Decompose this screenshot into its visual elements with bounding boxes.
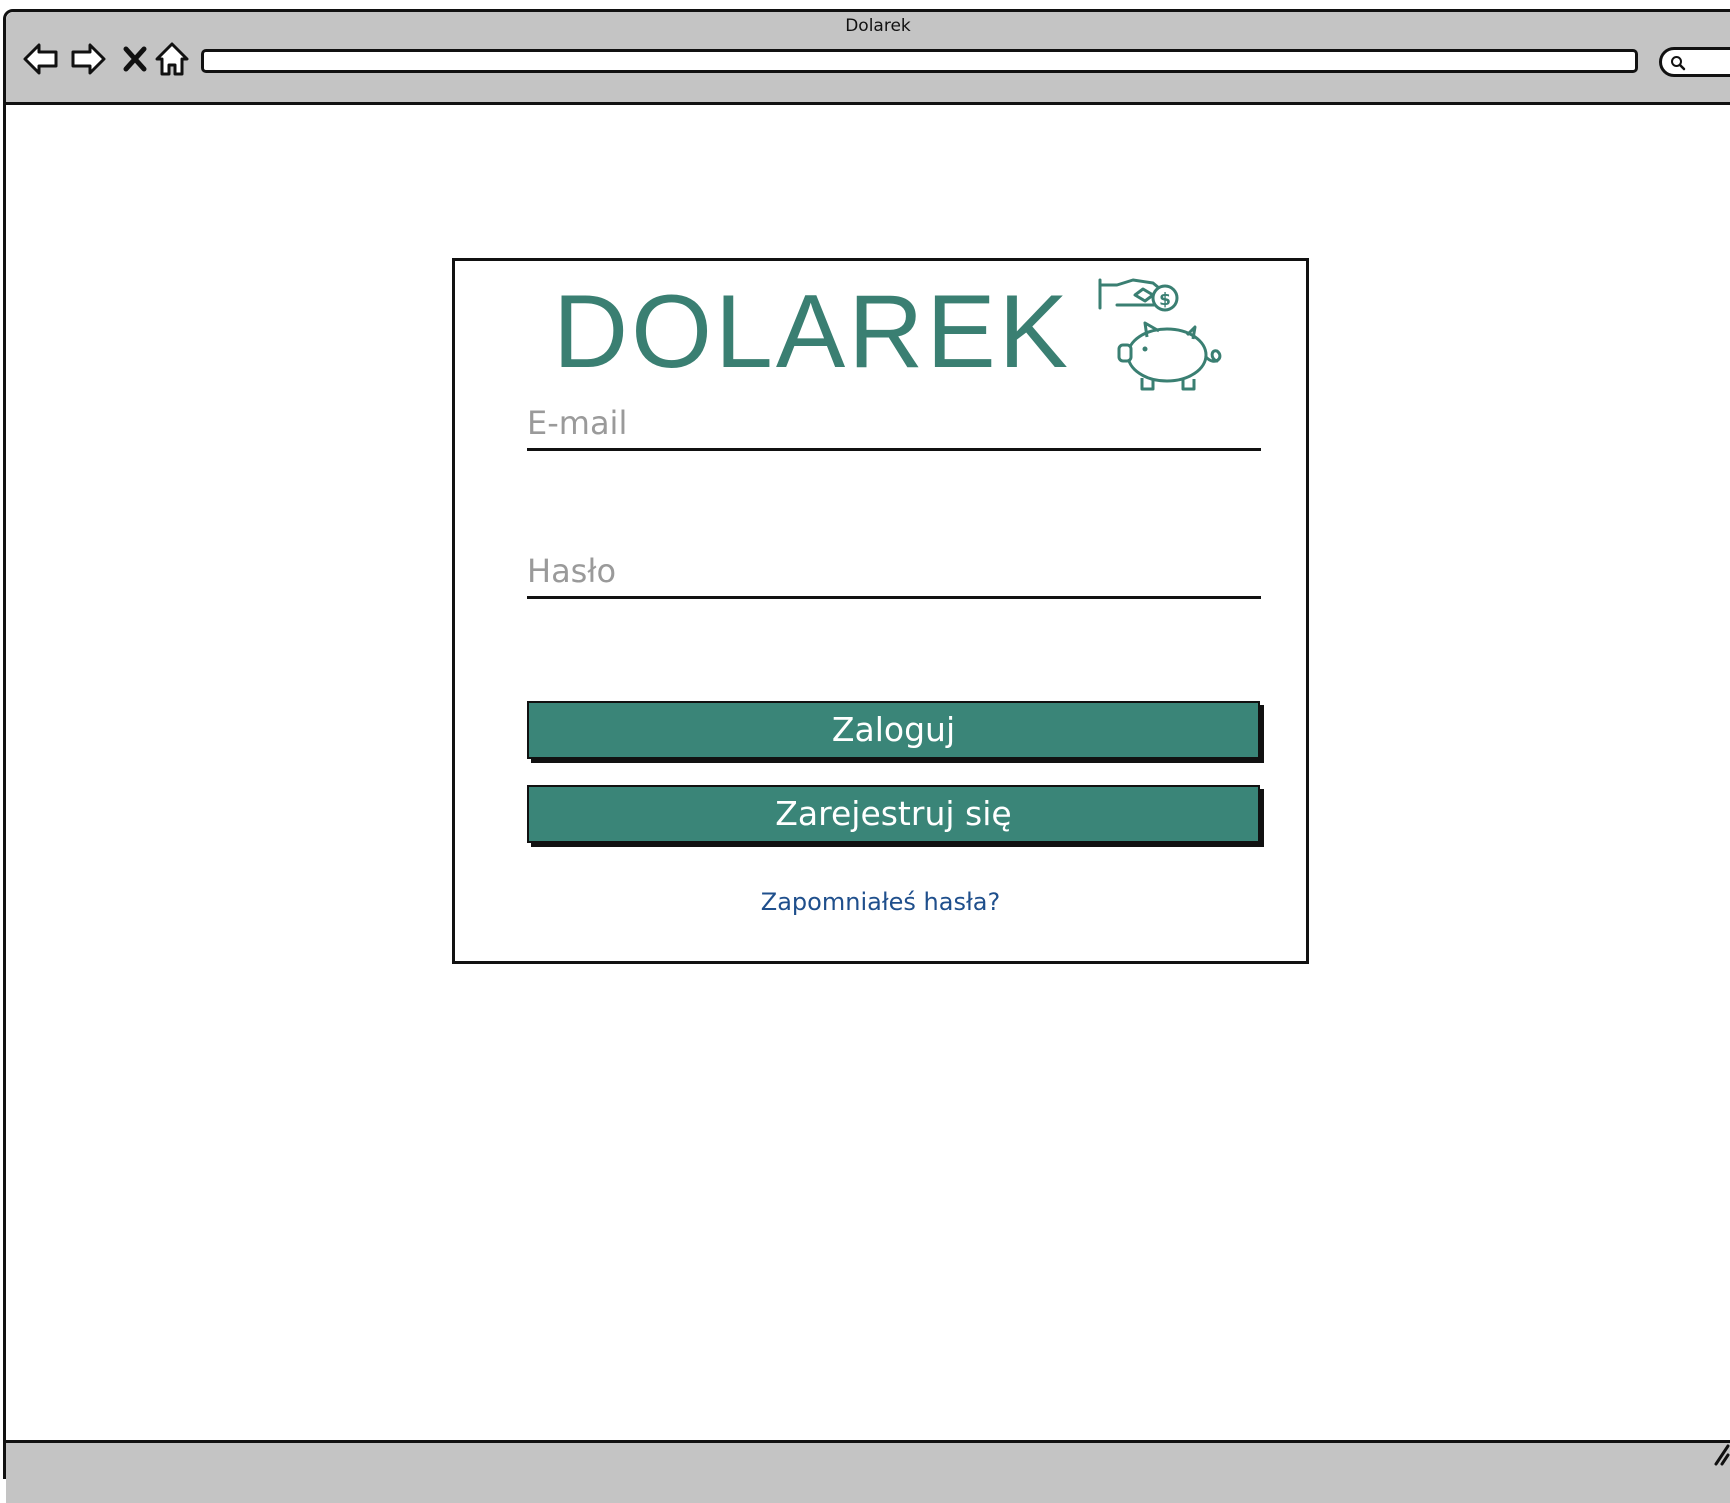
email-field[interactable] (527, 391, 1261, 451)
forgot-password-link[interactable]: Zapomniałeś hasła? (455, 888, 1306, 916)
password-field[interactable] (527, 539, 1261, 599)
login-card: DOLAREK $ Zaloguj Zarejestruj się Zapomn… (452, 258, 1309, 964)
password-input[interactable] (527, 552, 1261, 590)
piggy-bank-logo-icon: $ (1098, 278, 1222, 391)
login-button[interactable]: Zaloguj (527, 701, 1260, 759)
logo-text: DOLAREK (553, 274, 1072, 390)
stop-icon[interactable] (116, 40, 154, 78)
email-input[interactable] (527, 404, 1261, 442)
address-bar[interactable] (201, 49, 1638, 73)
window-title: Dolarek (845, 16, 911, 36)
browser-window: Dolarek DOLAREK $ E-mail Zaloguj Zarejes… (3, 9, 1730, 1503)
forward-icon[interactable] (69, 40, 107, 78)
title-bar: Dolarek (6, 12, 1730, 105)
status-bar (6, 1440, 1730, 1503)
svg-text:$: $ (1159, 290, 1171, 310)
search-box[interactable] (1659, 47, 1730, 77)
register-button[interactable]: Zarejestruj się (527, 785, 1260, 843)
back-icon[interactable] (22, 40, 60, 78)
resize-grip-icon[interactable] (1712, 1440, 1730, 1466)
home-icon[interactable] (153, 40, 191, 78)
search-icon (1671, 56, 1686, 71)
